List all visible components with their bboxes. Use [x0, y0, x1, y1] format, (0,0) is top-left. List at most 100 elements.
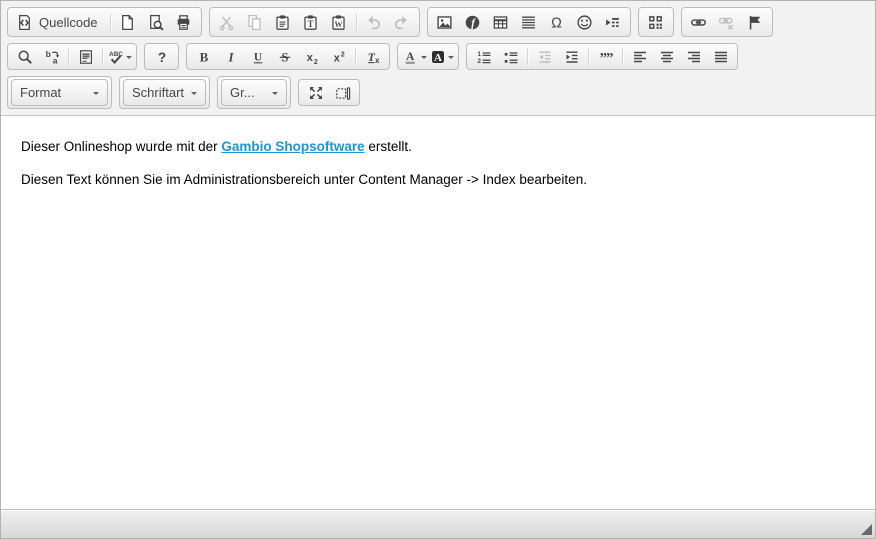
selectall-icon [78, 49, 94, 65]
paste-button[interactable] [269, 10, 297, 34]
unlink-button [713, 10, 741, 34]
svg-text:ABC: ABC [109, 50, 123, 57]
textcolor-button[interactable]: A [401, 46, 428, 67]
svg-text:2: 2 [477, 58, 481, 65]
toolbar-separator [355, 48, 356, 65]
pagebreak-button[interactable] [599, 10, 627, 34]
subscript-button[interactable]: x2 [298, 46, 325, 67]
pagebreak-icon [604, 14, 621, 31]
bold-button[interactable]: B [190, 46, 217, 67]
newpage-button[interactable] [114, 10, 142, 34]
toolbar-separator [109, 13, 111, 31]
toolbar-row-3: Format Schriftart Gr... [7, 76, 869, 109]
pastetext-button[interactable]: T [297, 10, 325, 34]
removeformat-icon: Tx [365, 49, 381, 65]
replace-icon: ba [44, 49, 60, 65]
copy-button [241, 10, 269, 34]
cut-button [213, 10, 241, 34]
source-button-label: Quellcode [39, 14, 98, 30]
chevron-down-icon [420, 55, 427, 62]
find-icon [17, 49, 33, 65]
bulletedlist-button[interactable] [497, 46, 524, 67]
image-button[interactable] [431, 10, 459, 34]
alignright-button[interactable] [680, 46, 707, 67]
selectall-button[interactable] [72, 46, 99, 67]
italic-icon: I [223, 49, 239, 65]
toolbar-group: Gr... [217, 76, 291, 109]
rich-text-editor: Quellcode T Wf Ωb a ABC? B I U Sx 2 x 2 Tx A A 1 2”” Forma… [0, 0, 876, 539]
outdent-icon [537, 49, 553, 65]
bgcolor-button[interactable]: A [428, 46, 455, 67]
editable-content-area[interactable]: Dieser Onlineshop wurde mit der Gambio S… [1, 116, 875, 509]
svg-text:B: B [199, 49, 208, 64]
horizontalrule-button[interactable] [515, 10, 543, 34]
link-button[interactable] [685, 10, 713, 34]
svg-text:2: 2 [313, 58, 317, 64]
toolbar-group: BIUSx2x2Tx [186, 43, 390, 70]
source-icon [16, 14, 33, 31]
bgcolor-icon: A [430, 49, 446, 65]
font-combo-label: Schriftart [132, 85, 185, 100]
removeformat-button[interactable]: Tx [359, 46, 386, 67]
resize-handle-icon[interactable] [861, 524, 872, 535]
anchor-button[interactable] [741, 10, 769, 34]
toolbar-separator [68, 48, 69, 65]
showblocks-button[interactable] [329, 82, 356, 103]
pasteword-icon: W [330, 14, 347, 31]
redo-button [388, 10, 416, 34]
qrcode-icon [647, 14, 664, 31]
indent-button[interactable] [558, 46, 585, 67]
preview-button[interactable] [142, 10, 170, 34]
strike-button[interactable]: S [271, 46, 298, 67]
toolbar-row-2: b a ABC? B I U Sx 2 x 2 Tx A A 1 2”” [7, 43, 869, 70]
svg-text:x: x [306, 52, 313, 64]
chevron-down-icon [191, 91, 197, 98]
help-button[interactable]: ? [148, 46, 175, 67]
superscript-button[interactable]: x2 [325, 46, 352, 67]
copy-icon [246, 14, 263, 31]
format-combo[interactable]: Format [11, 79, 108, 106]
toolbar-row-1: Quellcode T Wf Ω [7, 7, 869, 37]
gambio-shopsoftware-link[interactable]: Gambio Shopsoftware [221, 139, 364, 154]
link-icon [690, 14, 707, 31]
italic-button[interactable]: I [217, 46, 244, 67]
aligncenter-button[interactable] [653, 46, 680, 67]
svg-text:””: ”” [599, 50, 613, 65]
numberedlist-button[interactable]: 12 [470, 46, 497, 67]
undo-button [360, 10, 388, 34]
fontsize-combo[interactable]: Gr... [221, 79, 287, 106]
format-combo-label: Format [20, 85, 62, 100]
alignright-icon [686, 49, 702, 65]
font-combo[interactable]: Schriftart [123, 79, 206, 106]
flash-button[interactable]: f [459, 10, 487, 34]
underline-icon: U [250, 49, 266, 65]
find-button[interactable] [11, 46, 38, 67]
svg-text:b: b [45, 49, 50, 59]
table-button[interactable] [487, 10, 515, 34]
toolbar-group [637, 7, 674, 37]
smiley-button[interactable] [571, 10, 599, 34]
paste-icon [274, 14, 291, 31]
justify-icon [713, 49, 729, 65]
specialchar-button[interactable]: Ω [543, 10, 571, 34]
scayt-button[interactable]: ABC [106, 46, 133, 67]
aligncenter-icon [659, 49, 675, 65]
editor-toolbar: Quellcode T Wf Ωb a ABC? B I U Sx 2 x 2 Tx A A 1 2”” Forma… [1, 1, 875, 116]
undo-icon [365, 14, 382, 31]
justify-button[interactable] [707, 46, 734, 67]
smiley-icon [576, 14, 593, 31]
subscript-icon: x2 [304, 49, 320, 65]
replace-button[interactable]: ba [38, 46, 65, 67]
pasteword-button[interactable]: W [325, 10, 353, 34]
svg-text:I: I [227, 49, 234, 64]
svg-text:?: ? [157, 49, 165, 64]
chevron-down-icon [272, 91, 278, 98]
maximize-button[interactable] [302, 82, 329, 103]
print-button[interactable] [170, 10, 198, 34]
source-button[interactable]: Quellcode [11, 10, 107, 34]
alignleft-button[interactable] [626, 46, 653, 67]
blockquote-button[interactable]: ”” [592, 46, 619, 67]
paragraph: Diesen Text können Sie im Administration… [21, 172, 587, 187]
underline-button[interactable]: U [244, 46, 271, 67]
qrcode-button[interactable] [642, 10, 670, 34]
